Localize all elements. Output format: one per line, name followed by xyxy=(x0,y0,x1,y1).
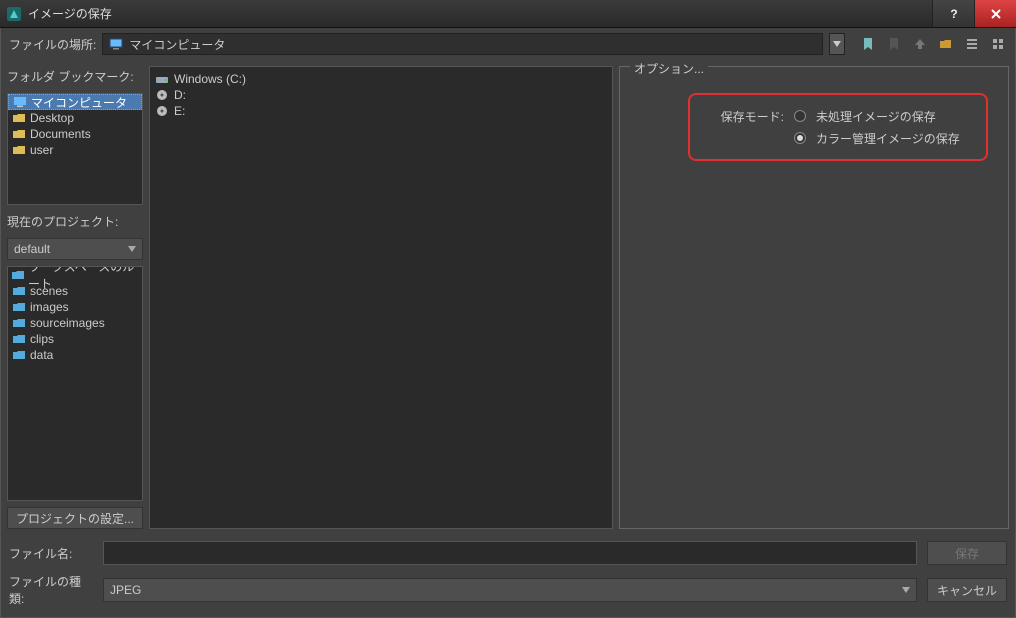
workspace-item-clips[interactable]: clips xyxy=(8,331,142,347)
drive-label: D: xyxy=(174,88,186,102)
window-title: イメージの保存 xyxy=(28,5,932,22)
bookmark-item-mycomputer[interactable]: マイコンピュータ xyxy=(8,94,142,110)
drive-item-c[interactable]: Windows (C:) xyxy=(154,71,608,87)
folder-icon xyxy=(12,333,26,345)
filetype-row: ファイルの種類: JPEG キャンセル xyxy=(9,573,1007,607)
bookmark-add-icon[interactable] xyxy=(859,35,877,53)
save-button[interactable]: 保存 xyxy=(927,541,1007,565)
main-area: フォルダ ブックマーク: マイコンピュータ Desktop Documents … xyxy=(1,60,1015,535)
workspace-root[interactable]: ワークスペースのルート xyxy=(8,267,142,283)
dialog-body: ファイルの場所: マイコンピュータ フォルダ ブックマーク: xyxy=(0,28,1016,618)
filetype-label: ファイルの種類: xyxy=(9,573,93,607)
folder-open-icon[interactable] xyxy=(937,35,955,53)
bookmark-label: user xyxy=(30,143,53,157)
svg-text:?: ? xyxy=(950,7,957,21)
bookmarks-label: フォルダ ブックマーク: xyxy=(7,66,143,87)
radio-unprocessed[interactable] xyxy=(794,110,806,122)
view-detail-icon[interactable] xyxy=(989,35,1007,53)
folder-icon xyxy=(12,317,26,329)
help-button[interactable]: ? xyxy=(932,0,974,27)
up-folder-icon[interactable] xyxy=(911,35,929,53)
file-browser[interactable]: Windows (C:) D: E: xyxy=(149,66,613,529)
folder-icon xyxy=(12,112,26,124)
drive-item-e[interactable]: E: xyxy=(154,103,608,119)
view-list-icon[interactable] xyxy=(963,35,981,53)
titlebar: イメージの保存 ? xyxy=(0,0,1016,28)
workspace-panel: ワークスペースのルート scenes images sourceimages c… xyxy=(7,266,143,501)
options-wrap: オプション... 保存モード: 未処理イメージの保存 カラー管理イメージの保存 xyxy=(619,66,1009,529)
sidebar: フォルダ ブックマーク: マイコンピュータ Desktop Documents … xyxy=(7,66,143,529)
options-fieldset: オプション... 保存モード: 未処理イメージの保存 カラー管理イメージの保存 xyxy=(619,66,1009,529)
drive-label: Windows (C:) xyxy=(174,72,246,86)
filetype-value: JPEG xyxy=(110,583,141,597)
drive-label: E: xyxy=(174,104,185,118)
workspace-item-label: clips xyxy=(30,332,54,346)
bookmark-label: Desktop xyxy=(30,111,74,125)
disc-icon xyxy=(154,104,170,118)
folder-icon xyxy=(12,285,26,297)
folder-icon xyxy=(12,128,26,140)
project-label: 現在のプロジェクト: xyxy=(7,211,143,232)
folder-icon xyxy=(12,269,24,281)
project-value: default xyxy=(14,242,50,256)
workspace-item-images[interactable]: images xyxy=(8,299,142,315)
drive-item-d[interactable]: D: xyxy=(154,87,608,103)
bookmark-label: マイコンピュータ xyxy=(31,94,127,111)
workspace-item-data[interactable]: data xyxy=(8,347,142,363)
radio-unprocessed-label: 未処理イメージの保存 xyxy=(816,108,936,125)
bookmark-item-user[interactable]: user xyxy=(8,142,142,158)
workspace-item-label: sourceimages xyxy=(30,316,105,330)
project-select[interactable]: default xyxy=(7,238,143,260)
folder-icon xyxy=(12,144,26,156)
chevron-down-icon xyxy=(128,246,136,252)
bottom-area: ファイル名: 保存 ファイルの種類: JPEG キャンセル xyxy=(1,535,1015,617)
project-settings-button[interactable]: プロジェクトの設定... xyxy=(7,507,143,529)
workspace-item-label: scenes xyxy=(30,284,68,298)
filetype-select[interactable]: JPEG xyxy=(103,578,917,602)
bookmark-item-documents[interactable]: Documents xyxy=(8,126,142,142)
disc-icon xyxy=(154,88,170,102)
filename-input[interactable] xyxy=(103,541,917,565)
computer-icon xyxy=(109,38,123,50)
options-legend: オプション... xyxy=(630,60,708,77)
save-mode-row-unprocessed: 保存モード: 未処理イメージの保存 xyxy=(704,105,972,127)
workspace-item-label: images xyxy=(30,300,69,314)
radio-color-managed[interactable] xyxy=(794,132,806,144)
chevron-down-icon xyxy=(902,587,910,593)
close-button[interactable] xyxy=(974,0,1016,27)
bookmarks-panel: マイコンピュータ Desktop Documents user xyxy=(7,93,143,205)
folder-icon xyxy=(12,301,26,313)
computer-icon xyxy=(13,96,27,108)
save-mode-row-color-managed: カラー管理イメージの保存 xyxy=(704,127,972,149)
workspace-item-label: data xyxy=(30,348,53,362)
cancel-button[interactable]: キャンセル xyxy=(927,578,1007,602)
location-label: ファイルの場所: xyxy=(9,36,96,53)
app-icon xyxy=(6,6,22,22)
location-dropdown[interactable] xyxy=(829,33,845,55)
radio-color-managed-label: カラー管理イメージの保存 xyxy=(816,130,960,147)
drive-icon xyxy=(154,72,170,86)
folder-icon xyxy=(12,349,26,361)
workspace-item-sourceimages[interactable]: sourceimages xyxy=(8,315,142,331)
options-highlight-box: 保存モード: 未処理イメージの保存 カラー管理イメージの保存 xyxy=(688,93,988,161)
location-toolbar xyxy=(851,35,1007,53)
location-row: ファイルの場所: マイコンピュータ xyxy=(1,28,1015,60)
bookmark-item-desktop[interactable]: Desktop xyxy=(8,110,142,126)
save-mode-label: 保存モード: xyxy=(704,108,784,125)
filename-label: ファイル名: xyxy=(9,545,93,562)
location-value: マイコンピュータ xyxy=(129,36,225,53)
bookmark-remove-icon[interactable] xyxy=(885,35,903,53)
bookmark-label: Documents xyxy=(30,127,91,141)
filename-row: ファイル名: 保存 xyxy=(9,541,1007,565)
location-field[interactable]: マイコンピュータ xyxy=(102,33,823,55)
